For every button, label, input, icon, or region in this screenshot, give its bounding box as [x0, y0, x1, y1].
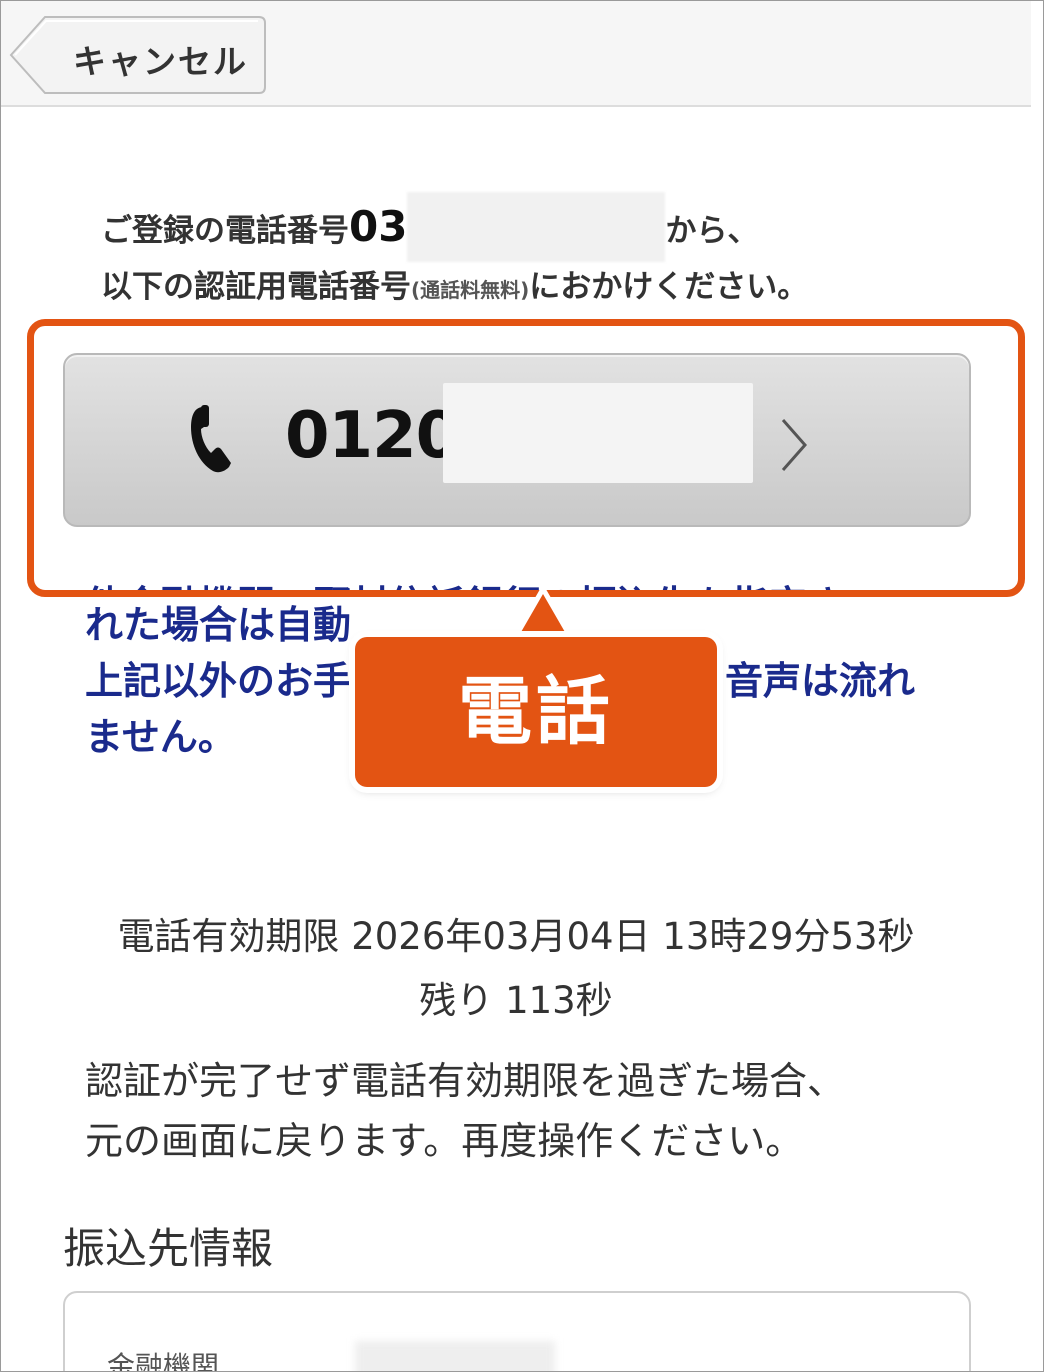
transfer-info-card: 金融機関	[63, 1291, 971, 1372]
masked-bank-value	[355, 1341, 555, 1371]
timeout-note-line-2: 元の画面に戻ります。再度操作ください。	[85, 1119, 804, 1163]
expiry-datetime: 2026年03月04日 13時29分53秒	[351, 915, 915, 958]
top-bar: キャンセル	[1, 1, 1043, 107]
phone-icon	[191, 405, 231, 473]
call-auth-number-button[interactable]: 0120-	[63, 353, 971, 527]
remaining-row: 残り 113秒	[1, 969, 1031, 1033]
registered-phone-number: 03	[349, 202, 408, 251]
toll-free-note: (通話料無料)	[411, 278, 530, 302]
app-frame: キャンセル ご登録の電話番号03 から、 以下の認証用電話番号(通話料無料)におか…	[0, 0, 1044, 1372]
intro-line-2: 以下の認証用電話番号(通話料無料)におかけください。	[101, 257, 808, 317]
cancel-label: キャンセル	[73, 42, 248, 81]
intro-text: ご登録の電話番号03 から、 以下の認証用電話番号(通話料無料)におかけください。	[101, 191, 808, 317]
expiry-label: 電話有効期限	[117, 915, 340, 958]
timeout-note: 認証が完了せず電話有効期限を過ぎた場合、 元の画面に戻ります。再度操作ください。	[85, 1051, 965, 1171]
intro-line1-suffix: から、	[665, 213, 759, 249]
topbar-edge	[1031, 1, 1043, 105]
phone-expiry: 電話有効期限 2026年03月04日 13時29分53秒 残り 113秒	[1, 905, 1031, 1033]
timeout-note-line-1: 認証が完了せず電話有効期限を過ぎた場合、	[85, 1059, 846, 1103]
masked-auth-number	[443, 383, 753, 483]
chevron-right-icon	[781, 419, 807, 471]
intro-line2-main: 以下の認証用電話番号	[101, 269, 411, 305]
intro-prefix: ご登録の電話番号	[101, 213, 349, 249]
remaining-seconds: 113秒	[505, 979, 613, 1022]
remaining-label: 残り	[419, 979, 494, 1022]
masked-phone-digits	[407, 191, 666, 262]
callout-pointer	[511, 587, 575, 643]
cancel-button[interactable]: キャンセル	[9, 15, 267, 95]
intro-line2-suffix: におかけください。	[529, 269, 809, 305]
transfer-info-title: 振込先情報	[63, 1224, 274, 1273]
bank-label: 金融機関	[107, 1350, 220, 1372]
expiry-row: 電話有効期限 2026年03月04日 13時29分53秒	[1, 905, 1031, 969]
callout-label: 電話	[355, 637, 717, 787]
intro-line-1: ご登録の電話番号03 から、	[101, 191, 808, 262]
